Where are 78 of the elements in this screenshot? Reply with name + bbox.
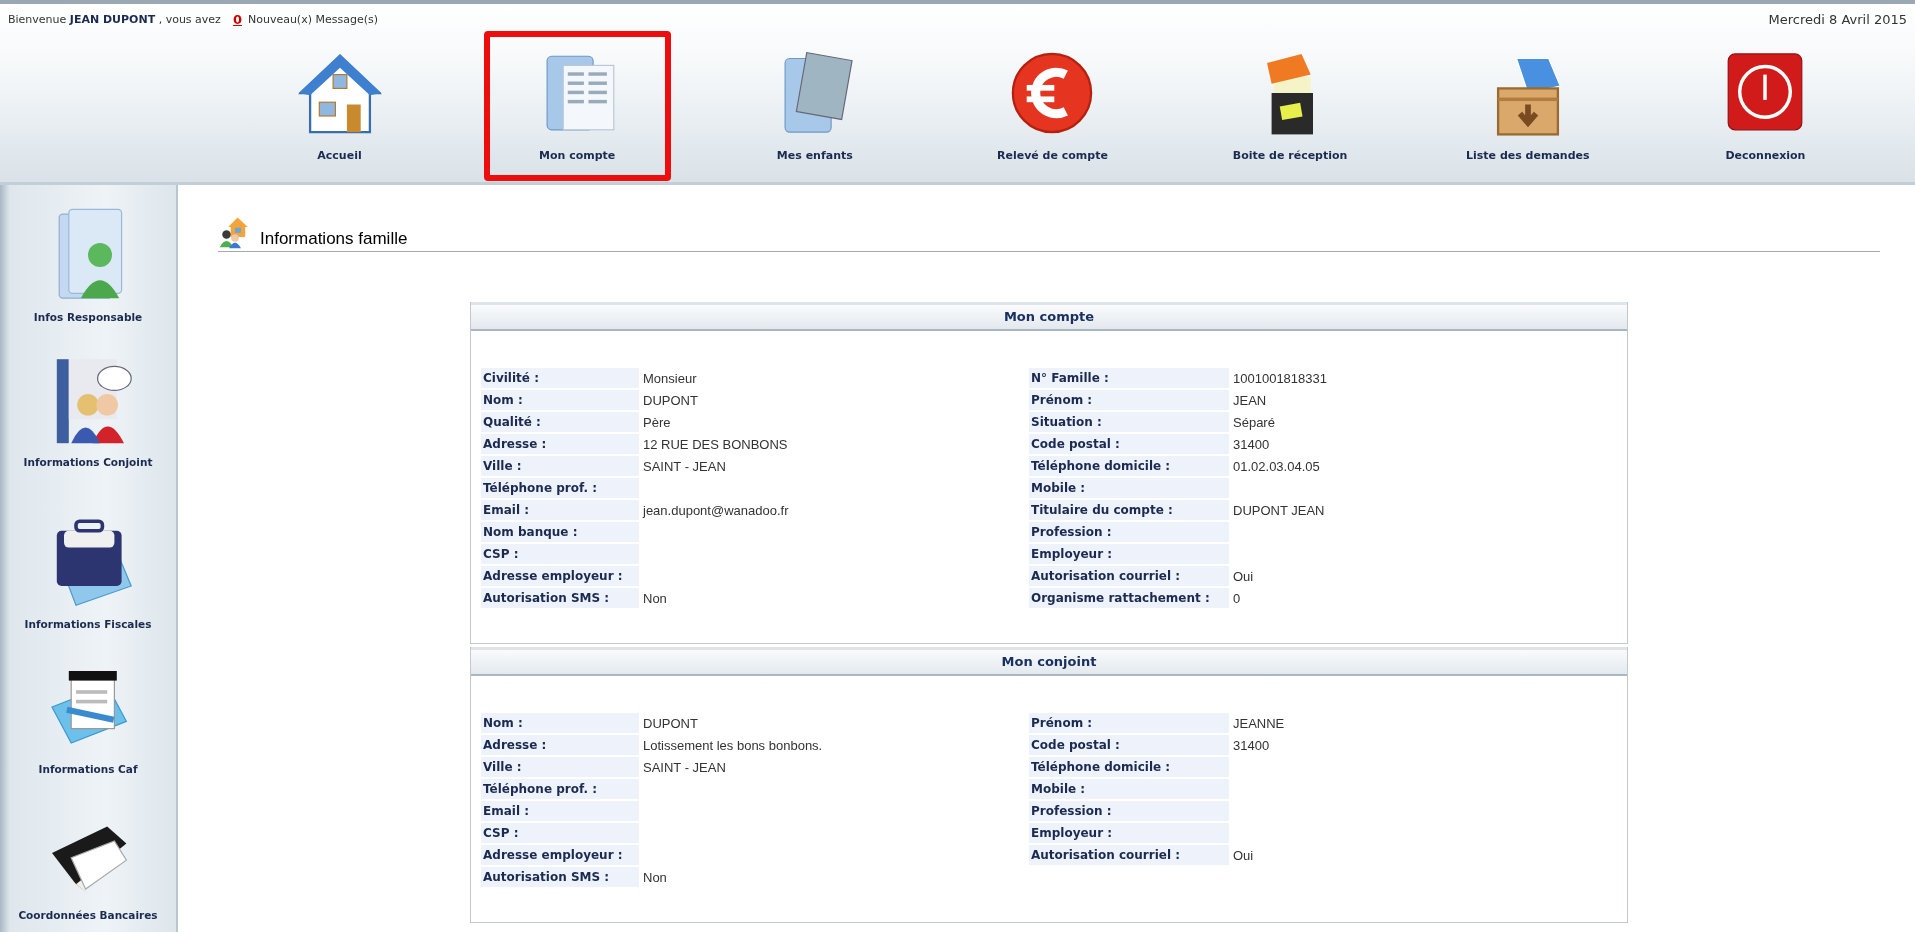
- field-label: Mobile :: [1029, 779, 1229, 799]
- field-value: Oui: [1232, 567, 1255, 586]
- field-label: Titulaire du compte :: [1029, 500, 1229, 520]
- field-label: Téléphone prof. :: [481, 478, 639, 498]
- field-value: Monsieur: [642, 369, 698, 388]
- field-label: Téléphone prof. :: [481, 779, 639, 799]
- field-value: DUPONT: [642, 714, 699, 733]
- section-header: Mon compte: [471, 302, 1627, 331]
- field-value: jean.dupont@wanadoo.fr: [641, 501, 790, 520]
- field-label: CSP :: [481, 544, 639, 564]
- field-value: 31400: [1232, 435, 1271, 454]
- field-value: Lotissement les bons bonbons.: [642, 736, 824, 755]
- field-value: JEANNE: [1232, 714, 1286, 733]
- nav-item[interactable]: Boite de réception: [1196, 31, 1384, 181]
- field-label: Autorisation SMS :: [481, 588, 639, 608]
- nav-item[interactable]: Liste des demandes: [1434, 31, 1622, 181]
- message-count-link[interactable]: 0: [232, 12, 242, 27]
- field-label: Profession :: [1029, 522, 1229, 542]
- field-value: SAINT - JEAN: [642, 758, 727, 777]
- field-value: Non: [642, 868, 668, 887]
- field-label: Qualité :: [481, 412, 639, 432]
- sidebar-item[interactable]: Informations Caf: [0, 641, 176, 787]
- field-label: Ville :: [481, 757, 639, 777]
- field-label: Téléphone domicile :: [1029, 757, 1229, 777]
- date-text: Mercredi 8 Avril 2015: [1768, 12, 1907, 27]
- field-label: Organisme rattachement :: [1029, 588, 1229, 608]
- field-label: Téléphone domicile :: [1029, 456, 1229, 476]
- nav-item[interactable]: Mon compte: [483, 31, 671, 181]
- sidebar-item[interactable]: Infos Responsable: [0, 207, 176, 352]
- field-label: Code postal :: [1029, 434, 1229, 454]
- field-label: Nom :: [481, 390, 639, 410]
- field-label: Nom banque :: [481, 522, 639, 542]
- sidebar-item[interactable]: Informations Conjoint: [0, 351, 176, 497]
- field-label: Email :: [481, 801, 639, 821]
- field-label: Adresse :: [481, 735, 639, 755]
- field-label: Prénom :: [1029, 390, 1229, 410]
- field-value: DUPONT JEAN: [1232, 501, 1326, 520]
- field-label: Adresse employeur :: [481, 845, 639, 865]
- field-value: 12 RUE DES BONBONS: [642, 435, 789, 454]
- field-value: JEAN: [1232, 391, 1268, 410]
- welcome-text: Bienvenue JEAN DUPONT , vous avez: [8, 13, 221, 26]
- field-value: 31400: [1232, 736, 1271, 755]
- field-value: Père: [642, 413, 672, 432]
- nav-item[interactable]: Relevé de compte: [958, 31, 1146, 181]
- field-value: 01.02.03.04.05: [1232, 457, 1321, 476]
- field-label: Email :: [481, 500, 639, 520]
- field-label: Mobile :: [1029, 478, 1229, 498]
- field-value: SAINT - JEAN: [642, 457, 727, 476]
- field-value: DUPONT: [642, 391, 699, 410]
- field-label: Autorisation courriel :: [1029, 845, 1229, 865]
- field-value: Non: [642, 589, 668, 608]
- nav-item[interactable]: Accueil: [246, 31, 433, 181]
- field-label: Code postal :: [1029, 735, 1229, 755]
- field-label: Nom :: [481, 713, 639, 733]
- field-label: Ville :: [481, 456, 639, 476]
- sidebar-item[interactable]: Coordonnées Bancaires: [0, 786, 176, 932]
- page-title: Informations famille: [260, 229, 408, 249]
- field-value: 0: [1232, 589, 1242, 608]
- field-label: Employeur :: [1029, 544, 1229, 564]
- nav-item[interactable]: Mes enfants: [721, 31, 909, 181]
- messages-label: Nouveau(x) Message(s): [247, 13, 378, 26]
- field-value: Séparé: [1232, 413, 1276, 432]
- field-label: Situation :: [1029, 412, 1229, 432]
- field-value: 1001001818331: [1232, 369, 1328, 388]
- field-label: Adresse :: [481, 434, 639, 454]
- nav-item[interactable]: Deconnexion: [1671, 31, 1859, 181]
- field-label: Profession :: [1029, 801, 1229, 821]
- field-value: Oui: [1232, 846, 1255, 865]
- field-label: Autorisation SMS :: [481, 867, 639, 887]
- field-label: CSP :: [481, 823, 639, 843]
- section-header: Mon conjoint: [471, 647, 1627, 676]
- field-label: Adresse employeur :: [481, 566, 639, 586]
- field-label: N° Famille :: [1029, 368, 1229, 388]
- field-label: Prénom :: [1029, 713, 1229, 733]
- field-label: Civilité :: [481, 368, 639, 388]
- field-label: Autorisation courriel :: [1029, 566, 1229, 586]
- field-label: Employeur :: [1029, 823, 1229, 843]
- sidebar-item[interactable]: Informations Fiscales: [0, 496, 176, 642]
